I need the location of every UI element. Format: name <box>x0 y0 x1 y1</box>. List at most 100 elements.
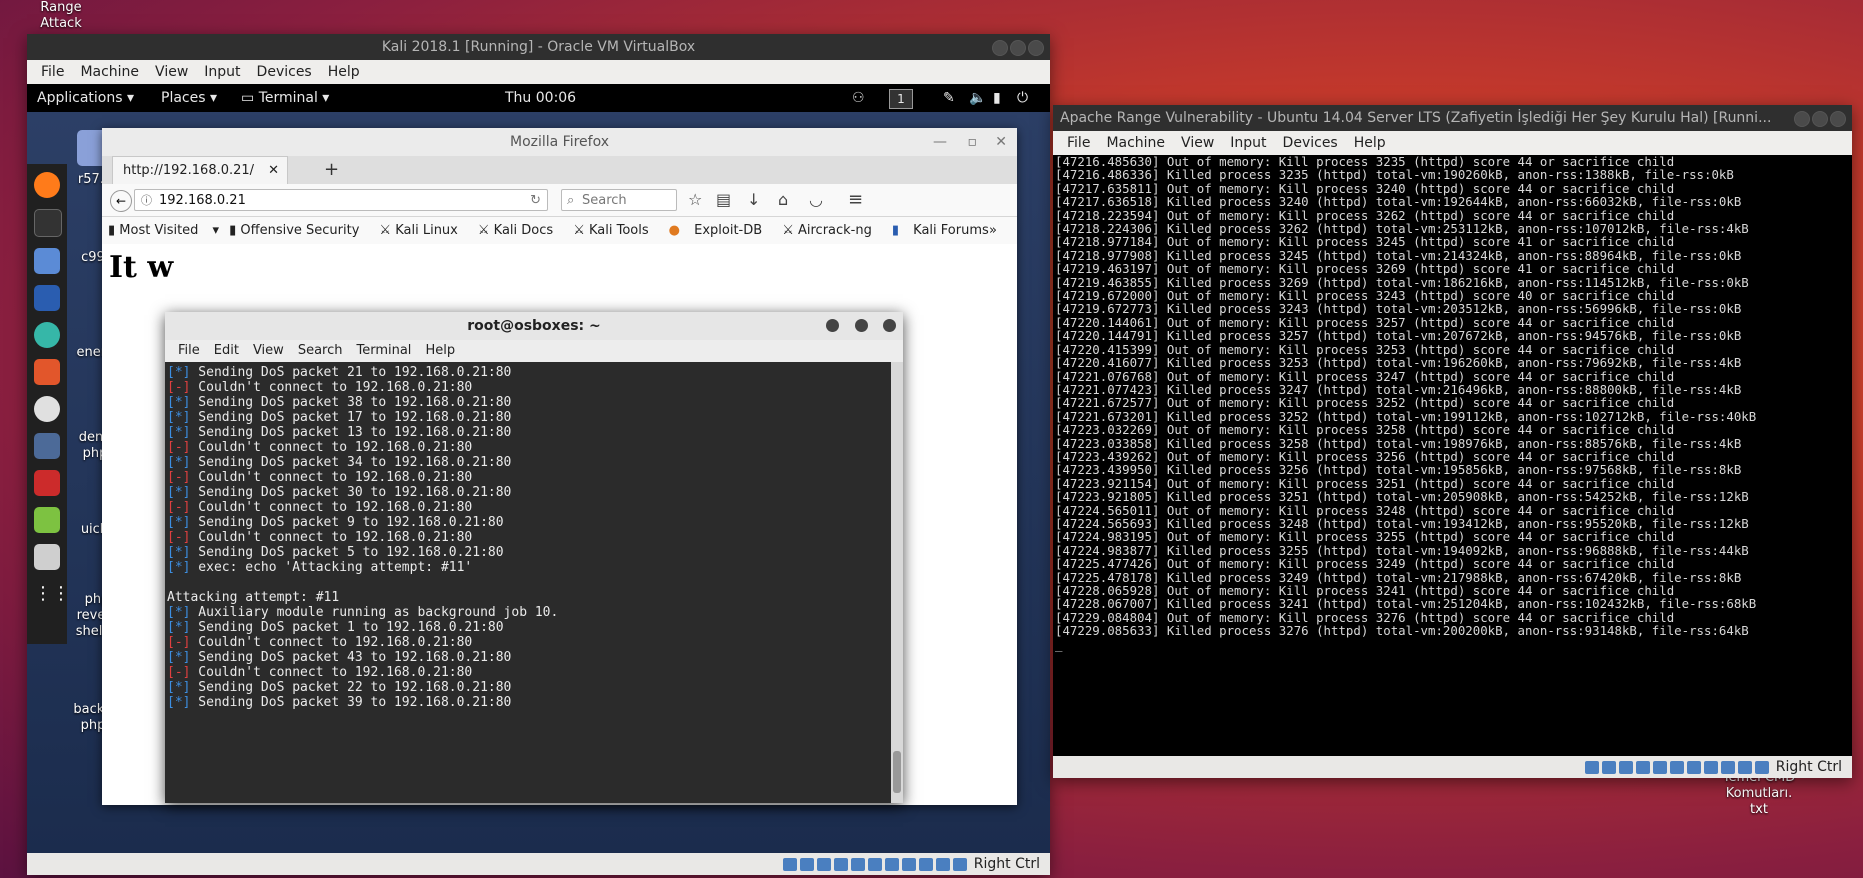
bookmark-exploit-db[interactable]: ● Exploit-DB <box>669 217 773 245</box>
places-menu[interactable]: Places ▾ <box>161 84 217 112</box>
close-icon[interactable] <box>1830 111 1846 127</box>
network-icon[interactable] <box>1635 760 1650 774</box>
network-icon[interactable] <box>833 857 848 871</box>
workspace-indicator[interactable]: 1 <box>889 89 913 109</box>
maximize-icon[interactable] <box>1812 111 1828 127</box>
menu-file[interactable]: File <box>33 60 72 84</box>
home-icon[interactable]: ⌂ <box>778 190 788 209</box>
desktop-icon-label[interactable]: Range Attack <box>34 0 88 32</box>
close-icon[interactable] <box>883 319 896 332</box>
term-menu-file[interactable]: File <box>171 340 207 362</box>
bookmark-kali-tools[interactable]: ⚔ Kali Tools <box>573 217 658 245</box>
users-icon[interactable]: ⚇ <box>852 84 865 112</box>
armitage-icon[interactable] <box>34 322 60 348</box>
term-menu-edit[interactable]: Edit <box>207 340 246 362</box>
metasploit-icon[interactable] <box>34 285 60 311</box>
term-menu-help[interactable]: Help <box>418 340 462 362</box>
usb-icon[interactable] <box>850 857 865 871</box>
menu-devices[interactable]: Devices <box>249 60 320 84</box>
hdd-icon[interactable] <box>782 857 797 871</box>
beef-icon[interactable] <box>34 433 60 459</box>
volume-icon[interactable]: 🔈 <box>969 84 986 112</box>
hdd-icon[interactable] <box>1584 760 1599 774</box>
info-icon[interactable]: ⓘ <box>141 190 152 212</box>
applications-menu[interactable]: Applications ▾ <box>37 84 134 112</box>
battery-icon[interactable]: ▮ <box>993 84 1001 112</box>
shared-folders-icon[interactable] <box>867 857 882 871</box>
reload-icon[interactable]: ↻ <box>530 190 541 212</box>
optical-icon[interactable] <box>799 857 814 871</box>
leafpad-icon[interactable] <box>34 507 60 533</box>
clock[interactable]: Thu 00:06 <box>505 84 576 112</box>
overflow-chevron-icon[interactable]: » <box>989 217 997 245</box>
terminal-menu[interactable]: ▭ Terminal ▾ <box>241 84 329 112</box>
cpu-icon[interactable] <box>1720 760 1735 774</box>
shared-folders-icon[interactable] <box>1669 760 1684 774</box>
library-icon[interactable]: ▤ <box>716 190 731 209</box>
term-menu-view[interactable]: View <box>246 340 291 362</box>
audio-icon[interactable] <box>1618 760 1633 774</box>
keyboard-icon[interactable] <box>952 857 967 871</box>
bookmark-most-visited[interactable]: ▮ Most Visited ▾ <box>108 217 219 245</box>
firefox-titlebar[interactable]: Mozilla Firefox — ▫ ✕ <box>102 128 1017 156</box>
mouse-integration-icon[interactable] <box>935 857 950 871</box>
maltego-icon[interactable] <box>34 396 60 422</box>
server-console-output[interactable]: [47216.485630] Out of memory: Kill proce… <box>1053 155 1852 756</box>
pocket-icon[interactable]: ◡ <box>809 190 823 209</box>
files-icon[interactable] <box>34 248 60 274</box>
menu-devices[interactable]: Devices <box>1275 131 1346 155</box>
minimize-icon[interactable] <box>992 40 1008 56</box>
bookmark-star-icon[interactable]: ☆ <box>688 190 702 209</box>
menu-view[interactable]: View <box>147 60 196 84</box>
audio-icon[interactable] <box>816 857 831 871</box>
minimize-icon[interactable] <box>1794 111 1810 127</box>
usb-icon[interactable] <box>1652 760 1667 774</box>
show-apps-icon[interactable]: ⋮⋮ <box>34 581 70 607</box>
terminal-scrollbar[interactable] <box>891 362 903 803</box>
menu-icon[interactable]: ≡ <box>848 189 863 210</box>
keyboard-icon[interactable] <box>1754 760 1769 774</box>
bookmark-kali-linux[interactable]: ⚔ Kali Linux <box>379 217 467 245</box>
terminal-titlebar[interactable]: root@osboxes: ~ <box>165 312 903 340</box>
terminal-output[interactable]: [*] Sending DoS packet 21 to 192.168.0.2… <box>165 362 891 803</box>
display-icon[interactable] <box>884 857 899 871</box>
menu-machine[interactable]: Machine <box>72 60 147 84</box>
display-icon[interactable] <box>1686 760 1701 774</box>
term-menu-search[interactable]: Search <box>291 340 350 362</box>
back-icon[interactable]: ← <box>110 190 132 212</box>
close-icon[interactable]: ✕ <box>995 128 1007 156</box>
maximize-icon[interactable] <box>1010 40 1026 56</box>
burpsuite-icon[interactable] <box>34 359 60 385</box>
url-bar[interactable]: ⓘ 192.168.0.21 ↻ <box>134 189 548 211</box>
download-icon[interactable]: ↓ <box>747 190 760 209</box>
recording-icon[interactable] <box>901 857 916 871</box>
menu-view[interactable]: View <box>1173 131 1222 155</box>
screenshot-icon[interactable] <box>34 544 60 570</box>
minimize-icon[interactable]: — <box>933 128 947 156</box>
menu-input[interactable]: Input <box>196 60 248 84</box>
term-menu-terminal[interactable]: Terminal <box>349 340 418 362</box>
bookmark-kali-docs[interactable]: ⚔ Kali Docs <box>478 217 563 245</box>
menu-input[interactable]: Input <box>1222 131 1274 155</box>
menu-machine[interactable]: Machine <box>1098 131 1173 155</box>
mouse-integration-icon[interactable] <box>1737 760 1752 774</box>
bookmark-offensive-security[interactable]: ▮ Offensive Security <box>229 217 369 245</box>
firefox-icon[interactable] <box>34 172 60 198</box>
kali-vm-titlebar[interactable]: Kali 2018.1 [Running] - Oracle VM Virtua… <box>27 34 1050 60</box>
cpu-icon[interactable] <box>918 857 933 871</box>
terminal-icon[interactable] <box>34 209 62 237</box>
menu-file[interactable]: File <box>1059 131 1098 155</box>
maximize-icon[interactable] <box>855 319 868 332</box>
scrollbar-thumb[interactable] <box>893 751 901 793</box>
menu-help[interactable]: Help <box>1346 131 1394 155</box>
optical-icon[interactable] <box>1601 760 1616 774</box>
close-tab-icon[interactable]: ✕ <box>268 157 279 185</box>
minimize-icon[interactable] <box>826 319 839 332</box>
browser-tab[interactable]: http://192.168.0.21/ ✕ <box>112 156 288 184</box>
maximize-icon[interactable]: ▫ <box>968 128 978 156</box>
search-input[interactable]: ⌕ Search <box>561 189 677 211</box>
pen-icon[interactable]: ✎ <box>943 84 955 112</box>
ubuntu-vm-titlebar[interactable]: Apache Range Vulnerability - Ubuntu 14.0… <box>1053 105 1852 131</box>
bookmark-aircrack-ng[interactable]: ⚔ Aircrack-ng <box>782 217 882 245</box>
power-icon[interactable]: ⏻ <box>1017 84 1028 112</box>
